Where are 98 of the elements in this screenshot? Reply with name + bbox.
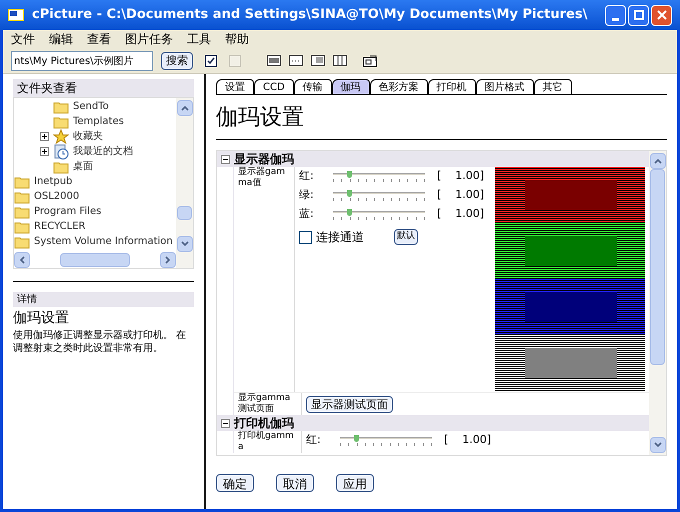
folder-icon bbox=[53, 100, 69, 114]
menu-item[interactable]: 编辑 bbox=[49, 30, 73, 48]
scroll-up-button[interactable] bbox=[650, 153, 666, 169]
search-button[interactable]: 搜索 bbox=[161, 52, 193, 70]
channel-label: 红: bbox=[306, 432, 322, 448]
folder-tree-item[interactable]: 桌面 bbox=[73, 159, 93, 174]
folder-icon bbox=[53, 160, 69, 174]
folder-tree-item[interactable]: OSL2000 bbox=[34, 189, 80, 204]
details-text: 使用伽玛修正调整显示器或打印机。 在调整射束之类时此设置非常有用。 bbox=[13, 329, 188, 355]
checkbox[interactable] bbox=[299, 230, 312, 244]
scrollbar-thumb[interactable] bbox=[177, 206, 192, 220]
caret-up-icon bbox=[654, 157, 662, 165]
path-field[interactable]: nts\My Pictures\示例图片 bbox=[11, 50, 153, 70]
folder-tree-item[interactable]: SendTo bbox=[73, 99, 109, 114]
view-list-icon[interactable] bbox=[311, 55, 325, 66]
tab[interactable]: 伽玛 bbox=[332, 79, 370, 94]
menu-item[interactable]: 文件 bbox=[11, 30, 35, 48]
view-grid-icon[interactable] bbox=[289, 55, 303, 66]
scroll-right-button[interactable] bbox=[160, 252, 176, 268]
caret-down-icon bbox=[654, 441, 662, 449]
folder-tree-item[interactable]: 收藏夹 bbox=[73, 129, 103, 144]
scroll-down-button[interactable] bbox=[650, 437, 666, 453]
folder-tree-item[interactable]: RECYCLER bbox=[34, 219, 86, 234]
menu-item[interactable]: 帮助 bbox=[225, 30, 249, 48]
tab[interactable]: CCD bbox=[254, 79, 294, 94]
gamma-slider[interactable] bbox=[333, 190, 425, 202]
folder-tree-item[interactable]: 我最近的文档 bbox=[73, 144, 133, 159]
channel-label: 绿: bbox=[299, 187, 315, 204]
scrollbar-thumb[interactable] bbox=[650, 169, 665, 365]
tab[interactable]: 色彩方案 bbox=[370, 79, 428, 94]
close-icon bbox=[656, 10, 666, 20]
clock-document-icon bbox=[53, 144, 69, 160]
caret-left-icon bbox=[18, 256, 26, 264]
expand-icon[interactable] bbox=[40, 147, 49, 156]
maximize-icon bbox=[634, 10, 644, 20]
folder-tree-item[interactable]: Templates bbox=[73, 114, 124, 129]
test-page-button[interactable]: 显示器测试页面 bbox=[306, 396, 393, 412]
field-label: 显示gamma测试页面 bbox=[238, 393, 292, 415]
gamma-reading: [ 1.00] bbox=[437, 206, 484, 222]
gamma-slider[interactable] bbox=[340, 434, 432, 446]
star-icon bbox=[53, 128, 69, 144]
dialog-button[interactable]: 取消 bbox=[276, 474, 314, 492]
gamma-reading: [ 1.00] bbox=[437, 168, 484, 184]
section-header[interactable]: 打印机伽玛 bbox=[234, 414, 294, 432]
expand-icon[interactable] bbox=[40, 132, 49, 141]
window-title: cPicture - C:\Documents and Settings\SINA@TO\My Documents\My Pictures\ bbox=[32, 6, 588, 24]
caret-right-icon bbox=[164, 256, 172, 264]
folder-icon bbox=[14, 174, 30, 188]
field-label: 显示器gamma值 bbox=[238, 167, 286, 189]
panel-header: 详情 bbox=[13, 292, 194, 307]
app-icon bbox=[8, 9, 24, 21]
gamma-reading: [ 1.00] bbox=[437, 187, 484, 204]
folder-icon bbox=[14, 204, 30, 218]
caret-up-icon bbox=[180, 104, 188, 112]
channel-label: 红: bbox=[299, 168, 315, 184]
gamma-slider[interactable] bbox=[333, 170, 425, 182]
scroll-up-button[interactable] bbox=[176, 100, 192, 116]
tab[interactable]: 传输 bbox=[294, 79, 332, 94]
tab[interactable]: 设置 bbox=[216, 79, 254, 94]
tab[interactable]: 打印机 bbox=[428, 79, 476, 94]
default-button[interactable]: 默认 bbox=[394, 229, 418, 245]
scrollbar-thumb[interactable] bbox=[60, 253, 130, 267]
folder-tree-item[interactable]: System Volume Information bbox=[34, 234, 173, 249]
scroll-down-button[interactable] bbox=[176, 236, 192, 252]
field-label: 打印机gamma bbox=[238, 431, 295, 453]
minimize-icon bbox=[612, 18, 619, 20]
view-thumbnails-icon[interactable] bbox=[267, 55, 281, 66]
tab[interactable]: 图片格式 bbox=[476, 79, 534, 94]
folder-tree-item[interactable]: Inetpub bbox=[34, 174, 72, 189]
menu-item[interactable]: 查看 bbox=[87, 30, 111, 48]
collapse-icon[interactable] bbox=[221, 418, 230, 428]
dialog-button[interactable]: 确定 bbox=[216, 474, 254, 492]
folder-tree-item[interactable]: Program Files bbox=[34, 204, 102, 219]
section-header[interactable]: 显示器伽玛 bbox=[234, 151, 294, 168]
window-restore-icon[interactable] bbox=[363, 54, 377, 66]
maximize-button[interactable] bbox=[628, 4, 649, 26]
panel-header: 文件夹查看 bbox=[13, 79, 194, 97]
minimize-button[interactable] bbox=[605, 4, 626, 26]
collapse-icon[interactable] bbox=[221, 154, 230, 164]
details-title: 伽玛设置 bbox=[13, 309, 70, 328]
gamma-reading: [ 1.00] bbox=[444, 432, 492, 448]
menu-item[interactable]: 工具 bbox=[187, 30, 211, 48]
toolbar-checkbox-icon[interactable] bbox=[205, 54, 217, 66]
page-title: 伽玛设置 bbox=[216, 104, 305, 132]
menu-item[interactable]: 图片任务 bbox=[125, 30, 173, 48]
folder-icon bbox=[14, 190, 30, 204]
channel-label: 蓝: bbox=[299, 206, 315, 222]
tab[interactable]: 其它 bbox=[534, 79, 572, 94]
view-columns-icon[interactable] bbox=[333, 55, 347, 66]
scroll-left-button[interactable] bbox=[14, 252, 30, 268]
folder-icon bbox=[14, 220, 30, 234]
folder-icon bbox=[14, 234, 30, 248]
caret-down-icon bbox=[180, 240, 188, 248]
dialog-button[interactable]: 应用 bbox=[336, 474, 374, 492]
gamma-slider[interactable] bbox=[333, 208, 425, 220]
folder-icon bbox=[53, 114, 69, 128]
checkbox-label: 连接通道 bbox=[316, 229, 364, 246]
close-button[interactable] bbox=[651, 4, 672, 26]
